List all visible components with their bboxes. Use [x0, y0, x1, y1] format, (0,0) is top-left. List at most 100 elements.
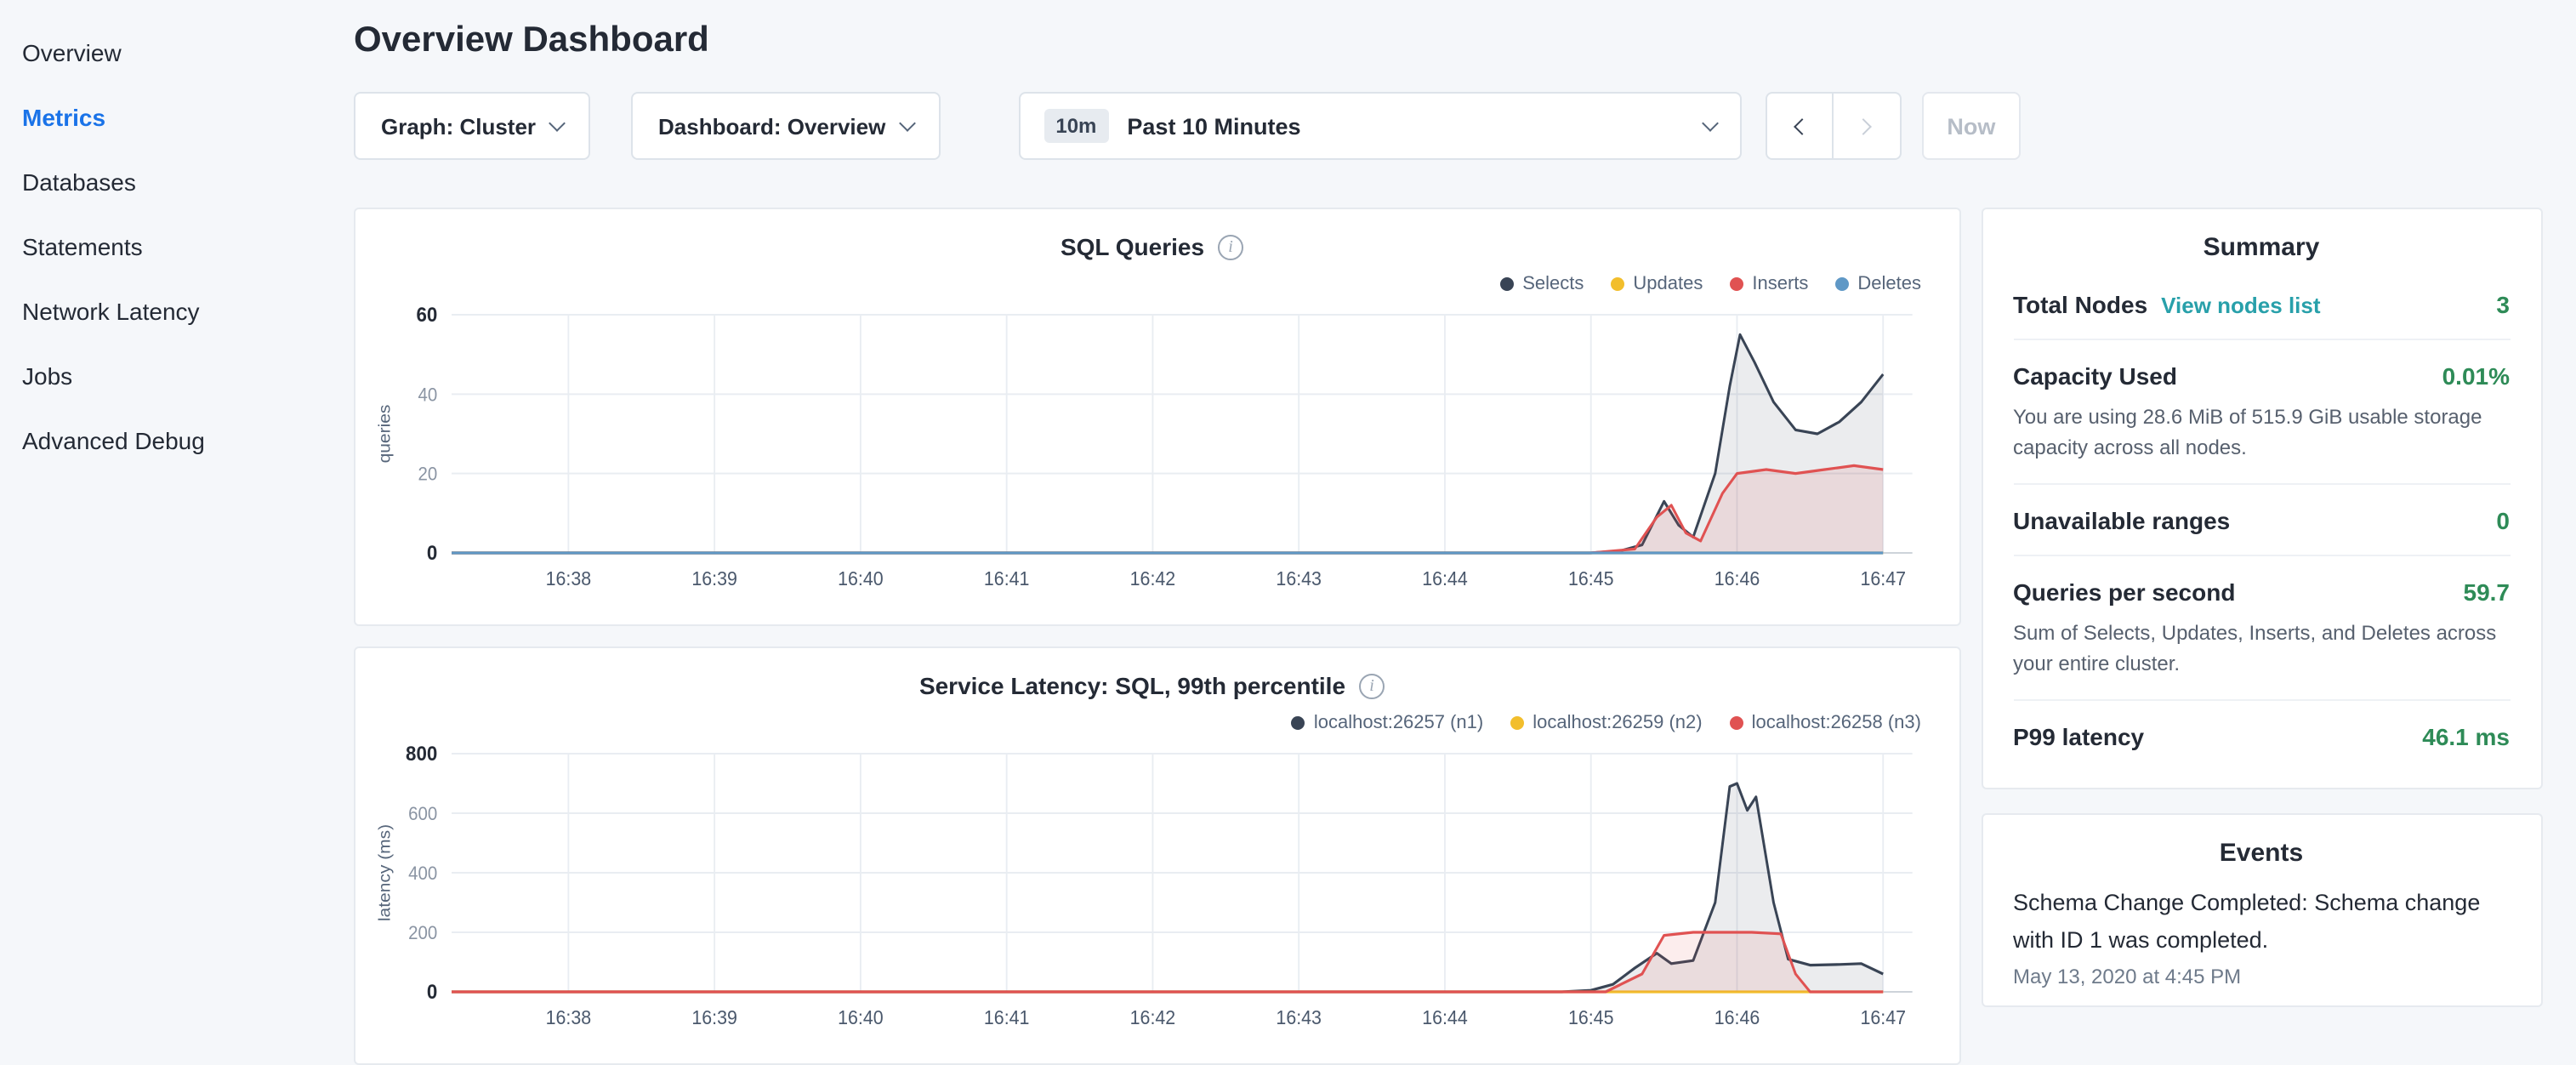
svg-text:16:47: 16:47	[1860, 567, 1906, 589]
events-title: Events	[2013, 839, 2510, 868]
sidebar-item-overview[interactable]: Overview	[22, 20, 323, 85]
chevron-left-icon	[1793, 117, 1810, 134]
chevron-down-icon	[898, 114, 915, 131]
legend-dot-icon	[1500, 277, 1514, 291]
sidebar-item-statements[interactable]: Statements	[22, 214, 323, 279]
svg-text:latency (ms): latency (ms)	[376, 824, 394, 921]
summary-row-p99-latency: P99 latency 46.1 ms	[2013, 701, 2510, 771]
legend-dot-icon	[1510, 716, 1524, 730]
svg-text:16:46: 16:46	[1714, 567, 1760, 589]
legend-label: Inserts	[1752, 274, 1808, 294]
legend-dot-icon	[1611, 277, 1624, 291]
svg-text:16:44: 16:44	[1422, 1006, 1468, 1028]
dashboard-dropdown[interactable]: Dashboard: Overview	[631, 92, 940, 160]
svg-text:16:40: 16:40	[838, 567, 884, 589]
svg-text:16:38: 16:38	[546, 1006, 592, 1028]
svg-text:60: 60	[416, 303, 437, 326]
svg-text:40: 40	[418, 384, 438, 406]
legend-label: localhost:26257 (n1)	[1314, 713, 1483, 733]
now-button[interactable]: Now	[1921, 92, 2021, 160]
view-nodes-list-link[interactable]: View nodes list	[2161, 293, 2320, 318]
svg-text:16:38: 16:38	[546, 567, 592, 589]
chevron-down-icon	[1701, 114, 1718, 131]
sidebar-item-metrics[interactable]: Metrics	[22, 85, 323, 150]
svg-text:16:45: 16:45	[1568, 1006, 1614, 1028]
chart-title: SQL Queries	[1061, 233, 1204, 260]
svg-text:16:45: 16:45	[1568, 567, 1614, 589]
sql-queries-chart-card: SQL Queries Selects Updates Inserts Deletes…	[354, 208, 1960, 626]
summary-value: 3	[2496, 291, 2510, 318]
svg-text:16:43: 16:43	[1276, 1006, 1322, 1028]
summary-description: Sum of Selects, Updates, Inserts, and De…	[2013, 618, 2510, 679]
legend-label: localhost:26259 (n2)	[1533, 713, 1702, 733]
left-sidebar: Overview Metrics Databases Statements Ne…	[0, 0, 323, 1051]
svg-text:0: 0	[427, 980, 437, 1003]
summary-label: Capacity Used	[2013, 362, 2177, 390]
svg-text:16:39: 16:39	[691, 567, 737, 589]
charts-column: SQL Queries Selects Updates Inserts Deletes…	[354, 208, 1960, 1065]
summary-label: Queries per second	[2013, 578, 2235, 606]
svg-text:800: 800	[406, 742, 437, 765]
sidebar-item-databases[interactable]: Databases	[22, 150, 323, 214]
summary-label: Total Nodes	[2013, 291, 2147, 318]
sql-queries-chart[interactable]: 16:3816:3916:4016:4116:4216:4316:4416:45…	[372, 301, 1931, 601]
summary-row-queries-per-second: Queries per second 59.7 Sum of Selects, …	[2013, 556, 2510, 701]
svg-text:16:46: 16:46	[1714, 1006, 1760, 1028]
svg-text:20: 20	[418, 464, 438, 485]
info-icon[interactable]	[1359, 673, 1385, 698]
svg-text:16:42: 16:42	[1130, 1006, 1176, 1028]
chevron-down-icon	[549, 114, 566, 131]
legend-label: Updates	[1633, 274, 1703, 294]
chart-header: Service Latency: SQL, 99th percentile lo…	[372, 672, 1931, 737]
legend-label: Selects	[1522, 274, 1584, 294]
svg-text:16:40: 16:40	[838, 1006, 884, 1028]
legend-item: localhost:26257 (n1)	[1292, 709, 1483, 737]
summary-row-unavailable-ranges: Unavailable ranges 0	[2013, 485, 2510, 556]
sidebar-item-network-latency[interactable]: Network Latency	[22, 279, 323, 344]
legend-item: Inserts	[1730, 271, 1808, 298]
chart-title: Service Latency: SQL, 99th percentile	[919, 672, 1345, 699]
svg-text:0: 0	[427, 541, 437, 564]
event-text: Schema Change Completed: Schema change w…	[2013, 885, 2510, 958]
svg-text:200: 200	[408, 922, 437, 943]
legend-item: Updates	[1611, 271, 1703, 298]
info-icon[interactable]	[1218, 234, 1243, 259]
chevron-right-icon	[1855, 117, 1872, 134]
legend-dot-icon	[1292, 716, 1305, 730]
event-timestamp: May 13, 2020 at 4:45 PM	[2013, 965, 2510, 988]
right-sidebar: Summary Total Nodes View nodes list 3 Ca…	[1981, 208, 2542, 1007]
summary-value: 46.1 ms	[2422, 723, 2510, 750]
svg-text:queries: queries	[376, 405, 394, 464]
legend-label: localhost:26258 (n3)	[1752, 713, 1921, 733]
svg-text:16:41: 16:41	[984, 1006, 1030, 1028]
toolbar: Graph: Cluster Dashboard: Overview 10m P…	[354, 92, 2542, 160]
summary-title: Summary	[2013, 233, 2510, 262]
chart-legend: localhost:26257 (n1) localhost:26259 (n2)…	[372, 709, 1921, 737]
events-panel: Events Schema Change Completed: Schema c…	[1981, 813, 2542, 1007]
legend-item: Deletes	[1835, 271, 1921, 298]
previous-time-button[interactable]	[1765, 92, 1833, 160]
graph-dropdown[interactable]: Graph: Cluster	[354, 92, 590, 160]
page-title: Overview Dashboard	[354, 20, 2542, 61]
sidebar-item-advanced-debug[interactable]: Advanced Debug	[22, 408, 323, 473]
legend-label: Deletes	[1857, 274, 1921, 294]
chart-legend: Selects Updates Inserts Deletes	[372, 271, 1921, 298]
svg-text:16:47: 16:47	[1860, 1006, 1906, 1028]
sidebar-item-jobs[interactable]: Jobs	[22, 344, 323, 408]
svg-text:600: 600	[408, 803, 437, 824]
app-root: Overview Metrics Databases Statements Ne…	[0, 0, 2576, 1051]
svg-text:16:44: 16:44	[1422, 567, 1468, 589]
time-range-selector[interactable]: 10m Past 10 Minutes	[1018, 92, 1741, 160]
summary-description: You are using 28.6 MiB of 515.9 GiB usab…	[2013, 402, 2510, 463]
graph-dropdown-label: Graph: Cluster	[381, 113, 536, 139]
service-latency-chart[interactable]: 16:3816:3916:4016:4116:4216:4316:4416:45…	[372, 740, 1931, 1039]
dashboard-body: SQL Queries Selects Updates Inserts Deletes…	[354, 208, 2542, 1065]
summary-panel: Summary Total Nodes View nodes list 3 Ca…	[1981, 208, 2542, 789]
summary-row-total-nodes: Total Nodes View nodes list 3	[2013, 269, 2510, 340]
legend-dot-icon	[1835, 277, 1849, 291]
summary-label: P99 latency	[2013, 723, 2144, 750]
summary-value: 0	[2496, 507, 2510, 534]
legend-item: localhost:26258 (n3)	[1730, 709, 1921, 737]
summary-row-capacity-used: Capacity Used 0.01% You are using 28.6 M…	[2013, 340, 2510, 485]
next-time-button[interactable]	[1833, 92, 1901, 160]
